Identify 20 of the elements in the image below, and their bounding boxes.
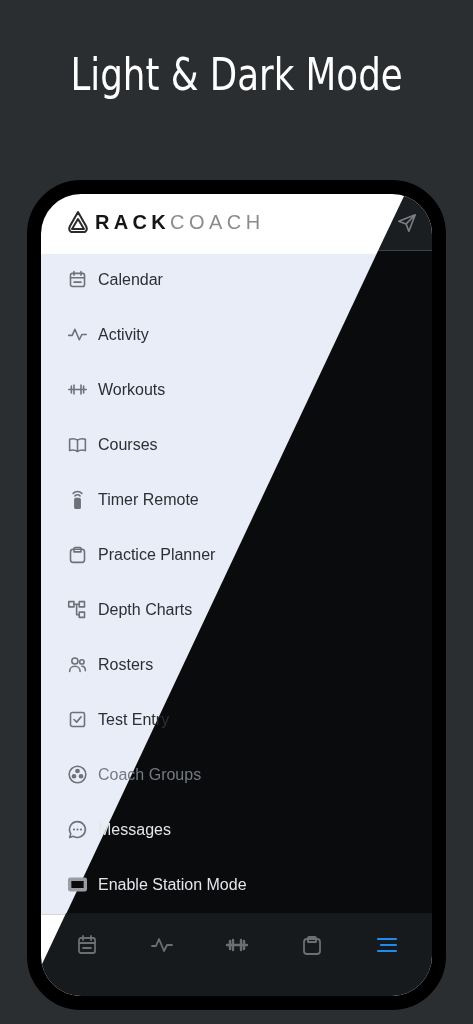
menu-item[interactable]: Rosters [41, 637, 432, 692]
menu-item[interactable]: Enable Station Mode [41, 857, 432, 912]
page-title: Light & Dark Mode [70, 48, 403, 100]
clipboard-icon [67, 544, 88, 565]
menu-item[interactable]: Depth Charts [41, 582, 432, 637]
menu-item[interactable]: Courses [41, 417, 432, 472]
menu-item[interactable]: Practice Planner [41, 527, 432, 582]
menu-item[interactable]: Calendar [41, 252, 432, 307]
calendar-icon [67, 269, 88, 290]
send-icon[interactable] [396, 211, 418, 234]
chat-bubble-icon [67, 819, 88, 840]
hierarchy-icon [67, 599, 88, 620]
checkbox-icon [67, 709, 88, 730]
dots-circle-icon [67, 764, 88, 785]
logo-icon [67, 209, 89, 236]
brand-logo: RACK COACH [95, 211, 266, 234]
menu-item[interactable]: Activity [41, 307, 432, 362]
menu-item[interactable]: Workouts [41, 362, 432, 417]
people-icon [67, 654, 88, 675]
menu-item[interactable]: Timer Remote [41, 472, 432, 527]
